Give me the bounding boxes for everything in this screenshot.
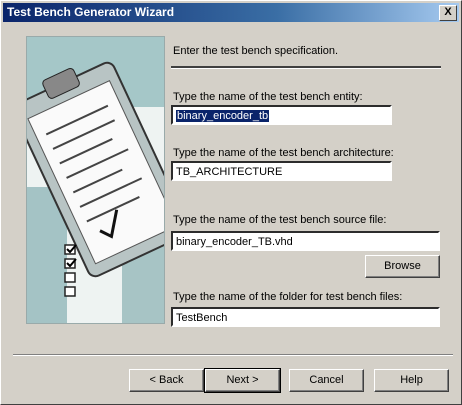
architecture-label: Type the name of the test bench architec… — [173, 147, 394, 159]
back-button[interactable]: < Back — [129, 369, 204, 392]
wizard-dialog: Test Bench Generator Wizard X Enter the … — [0, 0, 462, 405]
footer-divider — [13, 354, 453, 356]
next-button[interactable]: Next > — [204, 368, 281, 393]
cancel-button[interactable]: Cancel — [289, 369, 364, 392]
entity-name-value: binary_encoder_tb — [176, 110, 270, 122]
wizard-illustration — [26, 36, 165, 324]
source-file-label: Type the name of the test bench source f… — [173, 214, 387, 226]
folder-label: Type the name of the folder for test ben… — [173, 291, 403, 303]
close-button[interactable]: X — [439, 5, 457, 21]
folder-field[interactable]: TestBench — [171, 307, 440, 327]
instruction-text: Enter the test bench specification. — [173, 45, 339, 57]
entity-name-field[interactable]: binary_encoder_tb — [171, 105, 392, 125]
window-title: Test Bench Generator Wizard — [7, 5, 175, 19]
help-button[interactable]: Help — [374, 369, 449, 392]
entity-label: Type the name of the test bench entity: — [173, 91, 363, 103]
source-file-field[interactable]: binary_encoder_TB.vhd — [171, 231, 440, 251]
clipboard-illustration — [27, 37, 164, 323]
header-divider — [171, 66, 441, 69]
browse-button[interactable]: Browse — [365, 255, 440, 278]
close-icon: X — [444, 6, 452, 18]
architecture-name-field[interactable]: TB_ARCHITECTURE — [171, 161, 392, 181]
title-bar[interactable]: Test Bench Generator Wizard X — [3, 3, 459, 22]
